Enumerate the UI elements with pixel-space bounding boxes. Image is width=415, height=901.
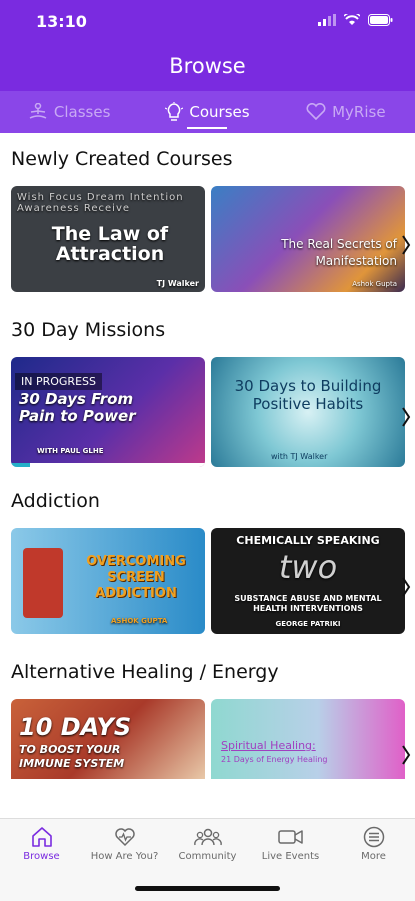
course-card-law-of-attraction[interactable]: Wish Focus Dream Intention Awareness Rec… — [11, 186, 205, 292]
app-header: 13:10 Browse Classes Courses MyRise — [0, 0, 415, 133]
home-indicator — [135, 886, 280, 891]
section-title: Addiction — [11, 490, 100, 512]
tab-classes-label: Classes — [53, 103, 111, 121]
status-bar: 13:10 — [0, 0, 415, 44]
card-title: 10 DAYS — [19, 713, 132, 741]
tab-courses[interactable]: Courses — [138, 91, 276, 133]
chevron-right-icon[interactable] — [399, 573, 413, 601]
course-list: Newly Created Courses Wish Focus Dream I… — [0, 133, 415, 818]
course-card-manifestation[interactable]: The Real Secrets of Manifestation Ashok … — [211, 186, 405, 292]
card-title: OVERCOMING SCREEN ADDICTION — [86, 554, 186, 601]
tab-myrise-label: MyRise — [332, 103, 386, 121]
nav-how-are-you-label: How Are You? — [90, 851, 159, 862]
nav-live-events-label: Live Events — [261, 851, 320, 862]
progress-track — [11, 463, 205, 467]
course-card-positive-habits[interactable]: 30 Days to Building Positive Habits with… — [211, 357, 405, 467]
chevron-right-icon[interactable] — [399, 741, 413, 769]
active-tab-indicator — [187, 127, 228, 129]
home-icon — [31, 827, 52, 847]
course-card-immune-system[interactable]: 10 DAYS TO BOOST YOUR IMMUNE SYSTEM — [11, 699, 205, 779]
in-progress-badge: IN PROGRESS — [15, 373, 102, 390]
nav-browse-label: Browse — [23, 851, 60, 862]
community-icon — [193, 828, 222, 846]
card-title: The Law of Attraction — [51, 223, 169, 265]
section-title: Newly Created Courses — [11, 148, 233, 170]
card-author: GEORGE PATRIKI — [275, 620, 341, 628]
course-card-chemically-speaking[interactable]: CHEMICALLY SPEAKING two SUBSTANCE ABUSE … — [211, 528, 405, 634]
nav-community-label: Community — [178, 851, 237, 862]
card-description: SUBSTANCE ABUSE AND MENTAL HEALTH INTERV… — [234, 594, 382, 613]
card-word-cloud: Wish Focus Dream Intention Awareness Rec… — [17, 192, 184, 214]
course-card-spiritual-healing[interactable]: Spiritual Healing: 21 Days of Energy Hea… — [211, 699, 405, 779]
signal-icon — [318, 14, 336, 26]
battery-icon — [368, 14, 393, 26]
status-time: 13:10 — [36, 12, 87, 31]
chevron-right-icon[interactable] — [399, 231, 413, 259]
section-title: 30 Day Missions — [11, 319, 166, 341]
heart-pulse-icon — [114, 828, 135, 847]
card-title: CHEMICALLY SPEAKING — [236, 534, 380, 547]
card-subtitle: TO BOOST YOUR IMMUNE SYSTEM — [19, 743, 125, 770]
tab-courses-label: Courses — [189, 103, 250, 121]
video-camera-icon — [277, 830, 303, 844]
course-card-screen-addiction[interactable]: OVERCOMING SCREEN ADDICTION ASHOK GUPTA — [11, 528, 205, 634]
card-title: 30 Days to Building Positive Habits — [234, 377, 382, 413]
card-author: TJ Walker — [156, 279, 199, 288]
nav-more-label: More — [361, 851, 386, 862]
tab-bar: Classes Courses MyRise — [0, 91, 415, 133]
card-subtitle: 21 Days of Energy Healing — [221, 755, 328, 764]
nav-more[interactable]: More — [332, 819, 415, 901]
card-author: ASHOK GUPTA — [111, 617, 168, 625]
status-icons — [318, 14, 393, 26]
card-author: with TJ Walker — [271, 452, 328, 461]
section-title: Alternative Healing / Energy — [11, 661, 279, 683]
heart-icon — [306, 103, 326, 121]
nav-browse[interactable]: Browse — [0, 819, 83, 901]
meditation-icon — [29, 103, 47, 119]
card-title: Spiritual Healing: — [221, 739, 316, 752]
card-figure — [23, 548, 63, 618]
tab-classes[interactable]: Classes — [0, 91, 138, 133]
progress-fill — [11, 463, 31, 467]
card-title: The Real Secrets of Manifestation — [281, 237, 397, 268]
card-author: WITH PAUL GLHE — [37, 447, 104, 455]
card-author: Ashok Gupta — [352, 280, 397, 288]
chevron-right-icon[interactable] — [399, 403, 413, 431]
course-card-pain-to-power[interactable]: IN PROGRESS 30 Days From Pain to Power W… — [11, 357, 205, 467]
lightbulb-icon — [165, 102, 184, 121]
card-subtitle: two — [278, 548, 338, 586]
wifi-icon — [344, 14, 360, 25]
card-title: 30 Days From Pain to Power — [19, 390, 136, 425]
page-title: Browse — [169, 54, 246, 78]
tab-myrise[interactable]: MyRise — [277, 91, 415, 133]
more-icon — [363, 826, 384, 848]
